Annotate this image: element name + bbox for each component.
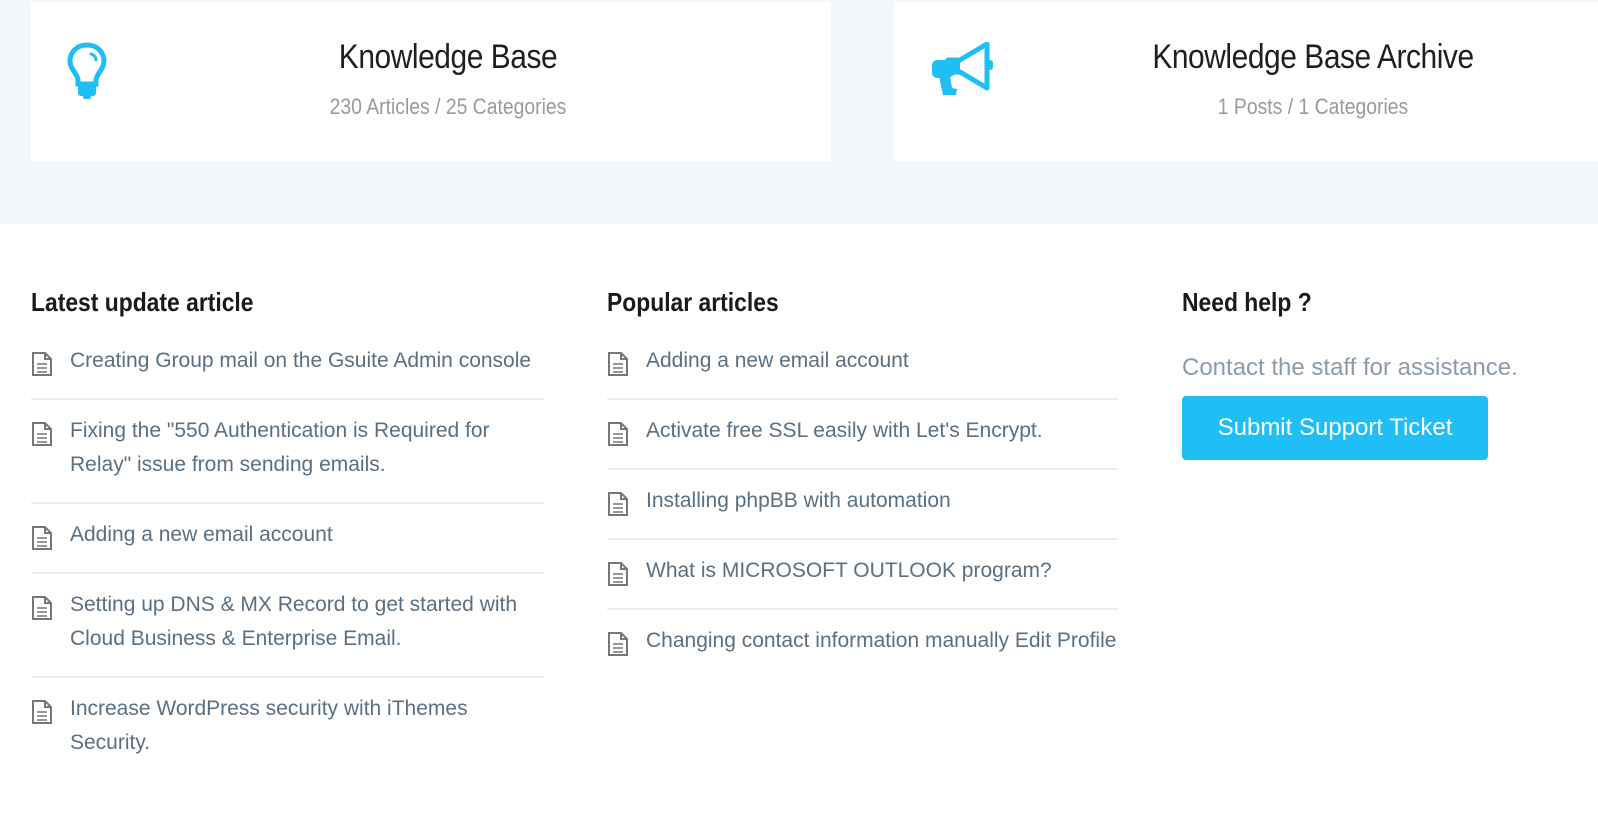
document-icon: [608, 422, 628, 446]
list-item: Adding a new email account: [31, 518, 544, 574]
card-title[interactable]: Knowledge Base: [187, 38, 710, 77]
list-item: Installing phpBB with automation: [607, 484, 1118, 540]
article-link[interactable]: Adding a new email account: [646, 344, 909, 378]
document-icon: [32, 700, 52, 724]
list-item: Increase WordPress security with iThemes…: [31, 692, 544, 780]
document-icon: [608, 632, 628, 656]
list-item: Creating Group mail on the Gsuite Admin …: [31, 344, 544, 400]
card-subtitle: 1 Posts / 1 Categories: [1217, 94, 1409, 119]
document-icon: [32, 422, 52, 446]
category-band: Knowledge Base 230 Articles / 25 Categor…: [0, 0, 1598, 224]
section-title: Popular articles: [607, 287, 779, 317]
list-item: Setting up DNS & MX Record to get starte…: [31, 588, 544, 678]
megaphone-icon: [930, 41, 996, 105]
popular-articles-section: Popular articles Adding a new email acco…: [607, 284, 1118, 692]
article-link[interactable]: Creating Group mail on the Gsuite Admin …: [70, 344, 531, 378]
need-help-section: Need help ? Contact the staff for assist…: [1182, 284, 1598, 460]
popular-articles-list: Adding a new email account Activate free…: [607, 344, 1118, 678]
article-link[interactable]: What is MICROSOFT OUTLOOK program?: [646, 554, 1052, 588]
article-link[interactable]: Changing contact information manually Ed…: [646, 624, 1116, 658]
article-link[interactable]: Increase WordPress security with iThemes…: [70, 692, 544, 760]
list-item: Activate free SSL easily with Let's Encr…: [607, 414, 1118, 470]
lightbulb-icon: [67, 42, 107, 105]
article-link[interactable]: Installing phpBB with automation: [646, 484, 951, 518]
latest-articles-list: Creating Group mail on the Gsuite Admin …: [31, 344, 544, 780]
latest-articles-section: Latest update article Creating Group mai…: [31, 284, 544, 794]
list-item: Changing contact information manually Ed…: [607, 624, 1118, 678]
list-item: Adding a new email account: [607, 344, 1118, 400]
article-link[interactable]: Fixing the "550 Authentication is Requir…: [70, 414, 544, 482]
submit-support-ticket-button[interactable]: Submit Support Ticket: [1182, 396, 1488, 460]
article-link[interactable]: Setting up DNS & MX Record to get starte…: [70, 588, 544, 656]
help-text: Contact the staff for assistance.: [1182, 354, 1518, 381]
document-icon: [32, 596, 52, 620]
list-item: What is MICROSOFT OUTLOOK program?: [607, 554, 1118, 610]
section-title: Need help ?: [1182, 287, 1312, 317]
document-icon: [32, 526, 52, 550]
article-link[interactable]: Adding a new email account: [70, 518, 333, 552]
knowledge-base-card[interactable]: Knowledge Base 230 Articles / 25 Categor…: [31, 2, 831, 161]
document-icon: [608, 562, 628, 586]
list-item: Fixing the "550 Authentication is Requir…: [31, 414, 544, 504]
section-title: Latest update article: [31, 287, 254, 317]
document-icon: [608, 492, 628, 516]
document-icon: [32, 352, 52, 376]
article-link[interactable]: Activate free SSL easily with Let's Encr…: [646, 414, 1043, 448]
card-subtitle: 230 Articles / 25 Categories: [329, 94, 567, 119]
knowledge-base-archive-card[interactable]: Knowledge Base Archive 1 Posts / 1 Categ…: [894, 2, 1598, 161]
document-icon: [608, 352, 628, 376]
card-title[interactable]: Knowledge Base Archive: [1050, 38, 1576, 77]
